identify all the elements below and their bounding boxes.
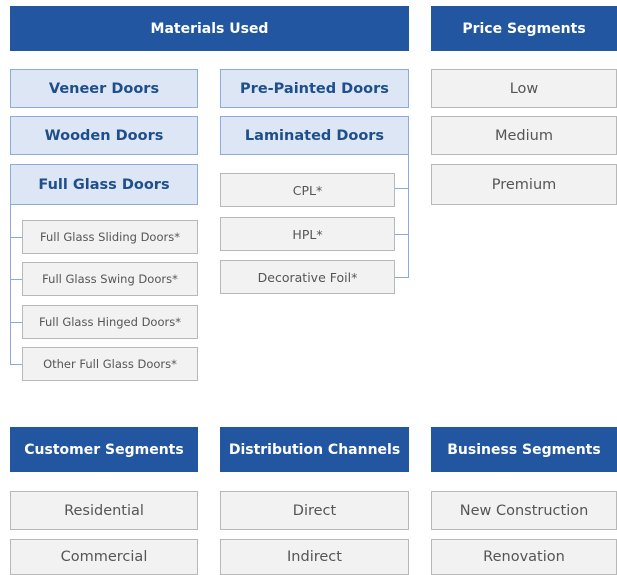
- distribution-channels-header: Distribution Channels: [220, 427, 409, 472]
- customer-commercial: Commercial: [10, 539, 198, 575]
- decorative-foil: Decorative Foil*: [220, 260, 395, 294]
- laminated-connector-1: [395, 188, 409, 189]
- full-glass-connector-3: [10, 322, 22, 323]
- pre-painted-doors: Pre-Painted Doors: [220, 69, 409, 108]
- price-medium: Medium: [431, 116, 617, 155]
- price-segments-header: Price Segments: [431, 6, 617, 51]
- full-glass-connector-vertical: [10, 205, 11, 365]
- business-new-construction: New Construction: [431, 491, 617, 530]
- laminated-doors: Laminated Doors: [220, 116, 409, 155]
- business-segments-header: Business Segments: [431, 427, 617, 472]
- distribution-indirect: Indirect: [220, 539, 409, 575]
- business-renovation: Renovation: [431, 539, 617, 575]
- customer-segments-header: Customer Segments: [10, 427, 198, 472]
- full-glass-connector-1: [10, 237, 22, 238]
- full-glass-connector-4: [10, 364, 22, 365]
- full-glass-doors: Full Glass Doors: [10, 164, 198, 205]
- customer-residential: Residential: [10, 491, 198, 530]
- price-premium: Premium: [431, 164, 617, 205]
- laminated-connector-3: [395, 277, 409, 278]
- full-glass-swing-doors: Full Glass Swing Doors*: [22, 262, 198, 296]
- cpl: CPL*: [220, 173, 395, 207]
- wooden-doors: Wooden Doors: [10, 116, 198, 155]
- hpl: HPL*: [220, 217, 395, 251]
- full-glass-hinged-doors: Full Glass Hinged Doors*: [22, 305, 198, 339]
- full-glass-connector-2: [10, 279, 22, 280]
- full-glass-sliding-doors: Full Glass Sliding Doors*: [22, 220, 198, 254]
- veneer-doors: Veneer Doors: [10, 69, 198, 108]
- materials-used-header: Materials Used: [10, 6, 409, 51]
- price-low: Low: [431, 69, 617, 108]
- other-full-glass-doors: Other Full Glass Doors*: [22, 347, 198, 381]
- laminated-connector-vertical: [408, 155, 409, 278]
- distribution-direct: Direct: [220, 491, 409, 530]
- laminated-connector-2: [395, 234, 409, 235]
